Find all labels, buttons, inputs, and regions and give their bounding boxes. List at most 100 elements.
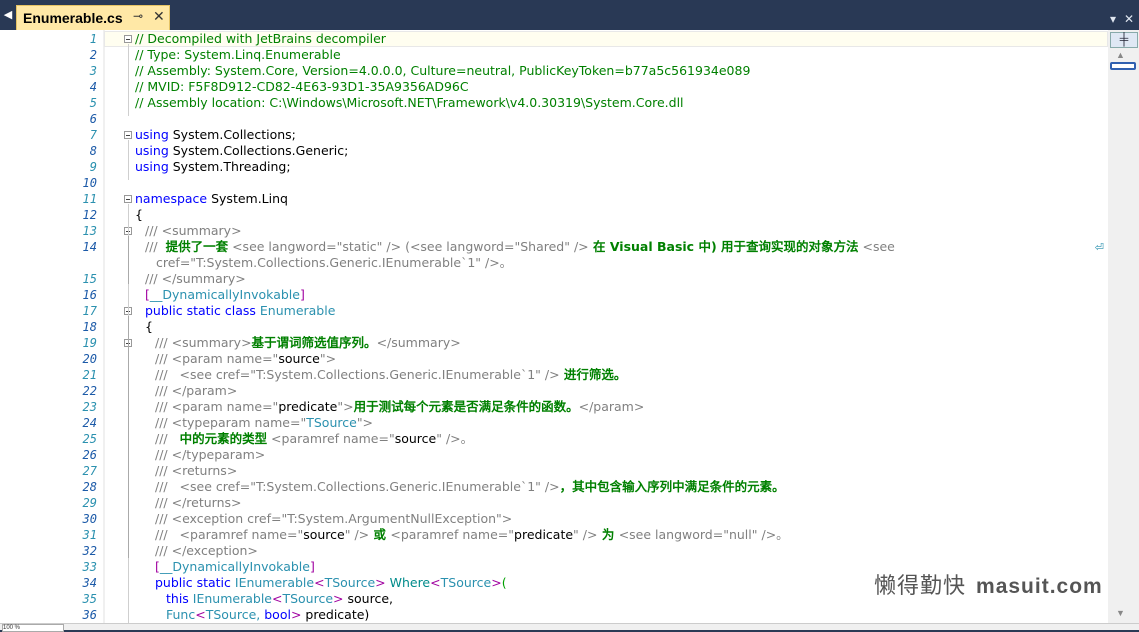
line-number: 4 — [89, 80, 97, 94]
line-number: 35 — [82, 592, 97, 606]
line-number: 7 — [89, 128, 97, 142]
code-line-25: /// 中的元素的类型 <paramref name="source" />。 — [155, 431, 474, 446]
code-line-3: // Assembly: System.Core, Version=4.0.0.… — [135, 63, 751, 78]
namespace-name: System.Collections.Generic; — [168, 143, 349, 158]
namespace-name: System.Threading; — [168, 159, 291, 174]
fold-toggle-icon[interactable] — [124, 131, 132, 139]
gutter-separator — [103, 30, 105, 623]
tab-list-dropdown-icon[interactable]: ▾ — [1110, 12, 1116, 26]
line-number: 30 — [82, 512, 97, 526]
line-number: 33 — [82, 560, 97, 574]
keyword: using — [135, 159, 169, 174]
code-line-14-wrapped: cref="T:System.Collections.Generic.IEnum… — [156, 255, 513, 270]
code-line-18: { — [145, 319, 153, 334]
line-number: 5 — [89, 96, 97, 110]
code-line-27: /// <returns> — [155, 463, 238, 478]
document-tab-bar: ◀ Enumerable.cs ⊸ ✕ ▾ ✕ — [0, 0, 1139, 30]
code-line-35: this IEnumerable<TSource> source, — [166, 591, 393, 606]
pin-icon[interactable]: ⊸ — [133, 9, 143, 23]
code-line-11: namespace System.Linq — [135, 191, 288, 207]
code-line-14: /// 提供了一套 <see langword="static" /> (<se… — [145, 239, 895, 254]
tab-title: Enumerable.cs — [23, 10, 123, 26]
line-number: 3 — [89, 64, 97, 78]
scroll-tabs-left-icon[interactable]: ◀ — [2, 7, 14, 23]
code-line-1: // Decompiled with JetBrains decompiler — [135, 31, 386, 46]
line-number: 17 — [82, 304, 97, 318]
code-line-17: public static class Enumerable — [145, 303, 336, 318]
line-number: 11 — [82, 192, 97, 206]
line-number: 15 — [82, 272, 97, 286]
line-number: 22 — [82, 384, 97, 398]
line-number: 27 — [82, 464, 97, 478]
code-line-8: using System.Collections.Generic; — [135, 143, 348, 159]
namespace-name: System.Collections; — [168, 127, 296, 142]
code-line-23: /// <param name="predicate">用于测试每个元素是否满足… — [155, 399, 645, 414]
line-number: 36 — [82, 608, 97, 622]
keyword: using — [135, 127, 169, 142]
code-line-24: /// <typeparam name="TSource"> — [155, 415, 374, 430]
vertical-scrollbar[interactable] — [1108, 30, 1139, 623]
fold-toggle-icon[interactable] — [124, 35, 132, 43]
line-number: 8 — [89, 144, 97, 158]
code-line-15: /// </summary> — [145, 271, 246, 286]
scrollbar-thumb[interactable] — [1110, 62, 1136, 70]
line-number: 6 — [89, 112, 97, 126]
line-number: 9 — [89, 160, 97, 174]
line-number: 1 — [89, 32, 97, 46]
line-number: 24 — [82, 416, 97, 430]
code-editor[interactable]: 1 2 3 4 5 6 7 8 9 10 11 12 13 14 15 16 17 18 19 20 21 22 23 24 2… — [0, 30, 1108, 623]
code-line-32: /// </exception> — [155, 543, 258, 558]
outline-guide — [128, 44, 129, 116]
tab-enumerable-cs[interactable]: Enumerable.cs ⊸ ✕ — [16, 5, 170, 30]
code-line-2: // Type: System.Linq.Enumerable — [135, 47, 341, 62]
code-line-19: /// <summary>基于谓词筛选值序列。</summary> — [155, 335, 461, 350]
line-number: 14 — [82, 240, 97, 254]
code-line-36: Func<TSource, bool> predicate) — [166, 607, 370, 622]
code-line-31: /// <paramref name="source" /> 或 <paramr… — [155, 527, 789, 542]
line-number: 20 — [82, 352, 97, 366]
line-number: 19 — [82, 336, 97, 350]
line-number: 10 — [82, 176, 97, 190]
line-number: 16 — [82, 288, 97, 302]
code-line-34: public static IEnumerable<TSource> Where… — [155, 575, 507, 590]
line-number: 21 — [82, 368, 97, 382]
namespace-name: System.Linq — [207, 191, 288, 206]
zoom-level[interactable]: 100 % — [2, 624, 64, 632]
code-line-29: /// </returns> — [155, 495, 242, 510]
line-number: 29 — [82, 496, 97, 510]
line-number: 13 — [82, 224, 97, 238]
keyword: using — [135, 143, 169, 158]
code-line-26: /// </typeparam> — [155, 447, 266, 462]
line-number: 12 — [82, 208, 97, 222]
code-line-12: { — [135, 207, 143, 222]
code-line-20: /// <param name="source"> — [155, 351, 337, 366]
code-line-7: using System.Collections; — [135, 127, 296, 143]
line-number: 2 — [89, 48, 97, 62]
code-line-22: /// </param> — [155, 383, 238, 398]
line-number: 25 — [82, 432, 97, 446]
outline-guide — [128, 140, 129, 180]
outline-guide — [128, 236, 129, 284]
code-line-30: /// <exception cref="T:System.ArgumentNu… — [155, 511, 513, 526]
code-line-28: /// <see cref="T:System.Collections.Gene… — [155, 479, 785, 494]
code-line-4: // MVID: F5F8D912-CD82-4E63-93D1-35A9356… — [135, 79, 469, 94]
line-number: 34 — [82, 576, 97, 590]
code-line-16: [__DynamicallyInvokable] — [145, 287, 305, 302]
watermark: 懒得勤快 masuit.com — [874, 573, 1103, 598]
scroll-up-icon[interactable]: ▲ — [1116, 50, 1125, 60]
close-window-icon[interactable]: ✕ — [1124, 12, 1134, 26]
line-number-gutter: 1 2 3 4 5 6 7 8 9 10 11 12 13 14 15 16 17 18 19 20 21 22 23 24 2… — [0, 30, 102, 623]
word-wrap-icon: ⏎ — [1094, 242, 1104, 254]
line-number: 31 — [82, 528, 97, 542]
scroll-down-icon[interactable]: ▼ — [1116, 608, 1125, 618]
split-window-icon[interactable]: ╪ — [1110, 32, 1138, 48]
line-number: 18 — [82, 320, 97, 334]
code-line-33: [__DynamicallyInvokable] — [155, 559, 315, 574]
outline-guide — [128, 348, 129, 558]
fold-toggle-icon[interactable] — [124, 195, 132, 203]
code-line-5: // Assembly location: C:\Windows\Microso… — [135, 95, 684, 110]
code-line-21: /// <see cref="T:System.Collections.Gene… — [155, 367, 627, 382]
close-tab-icon[interactable]: ✕ — [153, 8, 165, 25]
line-number: 26 — [82, 448, 97, 462]
code-line-13: /// <summary> — [145, 223, 242, 238]
